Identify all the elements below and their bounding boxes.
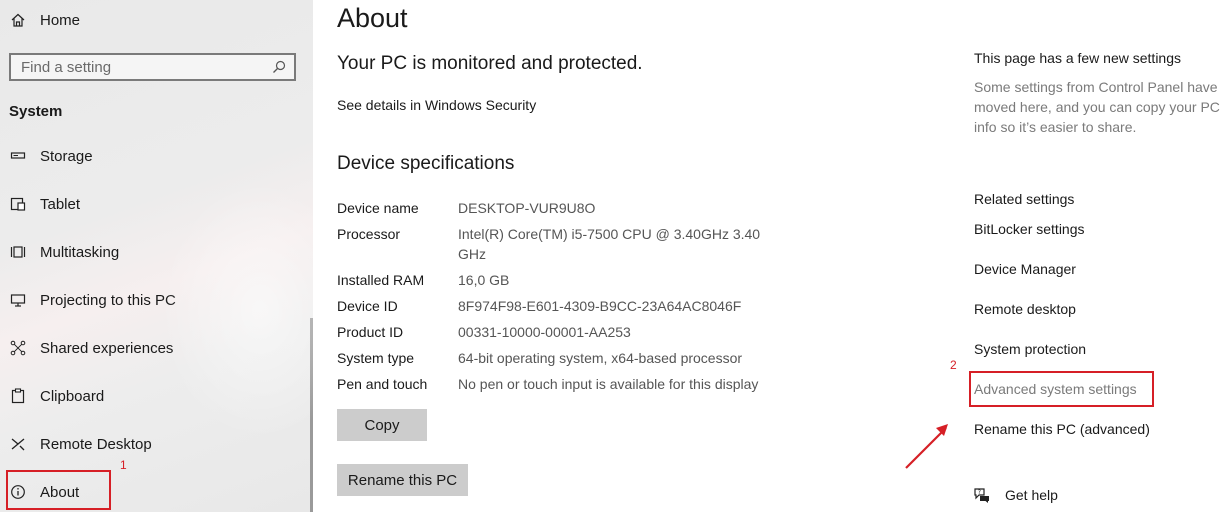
spec-value: 00331-10000-00001-AA253 bbox=[458, 324, 631, 340]
shared-experiences-icon bbox=[10, 340, 26, 356]
spec-label: Pen and touch bbox=[337, 376, 428, 392]
annotation-number-2: 2 bbox=[950, 358, 957, 372]
spec-label: Product ID bbox=[337, 324, 404, 340]
sidebar-item-projecting[interactable]: Projecting to this PC bbox=[9, 288, 176, 312]
section-label-system: System bbox=[9, 103, 63, 120]
help-chat-icon: ? bbox=[974, 488, 989, 503]
sidebar-item-multitasking[interactable]: Multitasking bbox=[9, 240, 119, 264]
sidebar-item-tablet[interactable]: Tablet bbox=[9, 192, 80, 216]
annotation-box-about bbox=[6, 470, 111, 510]
spec-value: 16,0 GB bbox=[458, 272, 510, 288]
new-settings-description: Some settings from Control Panel have mo… bbox=[974, 79, 1220, 135]
spec-value: Intel(R) Core(TM) i5-7500 CPU @ 3.40GHz … bbox=[458, 226, 761, 262]
multitasking-icon bbox=[10, 246, 26, 258]
nav-home[interactable]: Home bbox=[10, 8, 80, 32]
device-manager-link[interactable]: Device Manager bbox=[974, 261, 1076, 277]
annotation-arrow-icon bbox=[905, 424, 948, 469]
sidebar-item-label: Tablet bbox=[40, 195, 81, 213]
copy-button[interactable]: Copy bbox=[337, 409, 427, 441]
remote-desktop-link[interactable]: Remote desktop bbox=[974, 301, 1076, 317]
sidebar-item-clipboard[interactable]: Clipboard bbox=[9, 384, 104, 408]
storage-icon bbox=[10, 152, 26, 159]
annotation-box-advanced bbox=[969, 371, 1154, 407]
new-settings-title: This page has a few new settings bbox=[974, 50, 1182, 66]
device-specifications-heading: Device specifications bbox=[337, 153, 515, 174]
windows-security-link[interactable]: See details in Windows Security bbox=[337, 97, 536, 113]
sidebar-item-remote-desktop[interactable]: Remote Desktop bbox=[9, 432, 152, 456]
home-icon bbox=[11, 13, 25, 27]
related-settings-title: Related settings bbox=[974, 191, 1075, 207]
sidebar-item-label: Remote Desktop bbox=[40, 435, 152, 453]
sidebar-item-label: Shared experiences bbox=[40, 339, 174, 357]
rename-pc-advanced-link[interactable]: Rename this PC (advanced) bbox=[974, 421, 1150, 437]
annotation-number-1: 1 bbox=[120, 458, 127, 472]
rename-pc-button[interactable]: Rename this PC bbox=[337, 464, 468, 496]
protection-status-heading: Your PC is monitored and protected. bbox=[337, 53, 643, 74]
sidebar-item-label: Projecting to this PC bbox=[40, 291, 176, 309]
clipboard-icon bbox=[11, 388, 25, 404]
search-placeholder: Find a setting bbox=[21, 58, 112, 76]
sidebar-item-storage[interactable]: Storage bbox=[9, 144, 93, 168]
bitlocker-settings-link[interactable]: BitLocker settings bbox=[974, 221, 1085, 237]
sidebar-item-label: Storage bbox=[40, 147, 93, 165]
system-protection-link[interactable]: System protection bbox=[974, 341, 1086, 357]
sidebar-item-label: Clipboard bbox=[40, 387, 105, 405]
page-title: About bbox=[337, 3, 408, 33]
remote-desktop-icon bbox=[11, 438, 25, 451]
get-help-label: Get help bbox=[1005, 487, 1058, 503]
spec-value: 8F974F98-E601-4309-B9CC-23A64AC8046F bbox=[458, 298, 742, 314]
home-label: Home bbox=[40, 11, 81, 29]
search-input[interactable]: Find a setting bbox=[9, 53, 296, 81]
sidebar-item-shared-experiences[interactable]: Shared experiences bbox=[9, 336, 173, 360]
spec-label: System type bbox=[337, 350, 415, 366]
spec-value: 64-bit operating system, x64-based proce… bbox=[458, 350, 743, 366]
tablet-icon bbox=[10, 197, 26, 211]
spec-label: Device name bbox=[337, 200, 419, 216]
sidebar: Home Find a setting System Storage Table… bbox=[0, 0, 313, 512]
spec-value: No pen or touch input is available for t… bbox=[458, 376, 759, 392]
spec-value: DESKTOP-VUR9U8O bbox=[458, 200, 596, 216]
projecting-icon bbox=[10, 294, 26, 307]
spec-label: Installed RAM bbox=[337, 272, 425, 288]
sidebar-item-label: Multitasking bbox=[40, 243, 120, 261]
sidebar-scrollbar[interactable] bbox=[310, 318, 313, 512]
svg-text:?: ? bbox=[978, 489, 981, 496]
get-help-link[interactable]: ? Get help bbox=[973, 486, 1058, 504]
spec-label: Processor bbox=[337, 226, 401, 242]
spec-label: Device ID bbox=[337, 298, 398, 314]
search-icon[interactable] bbox=[272, 60, 286, 74]
